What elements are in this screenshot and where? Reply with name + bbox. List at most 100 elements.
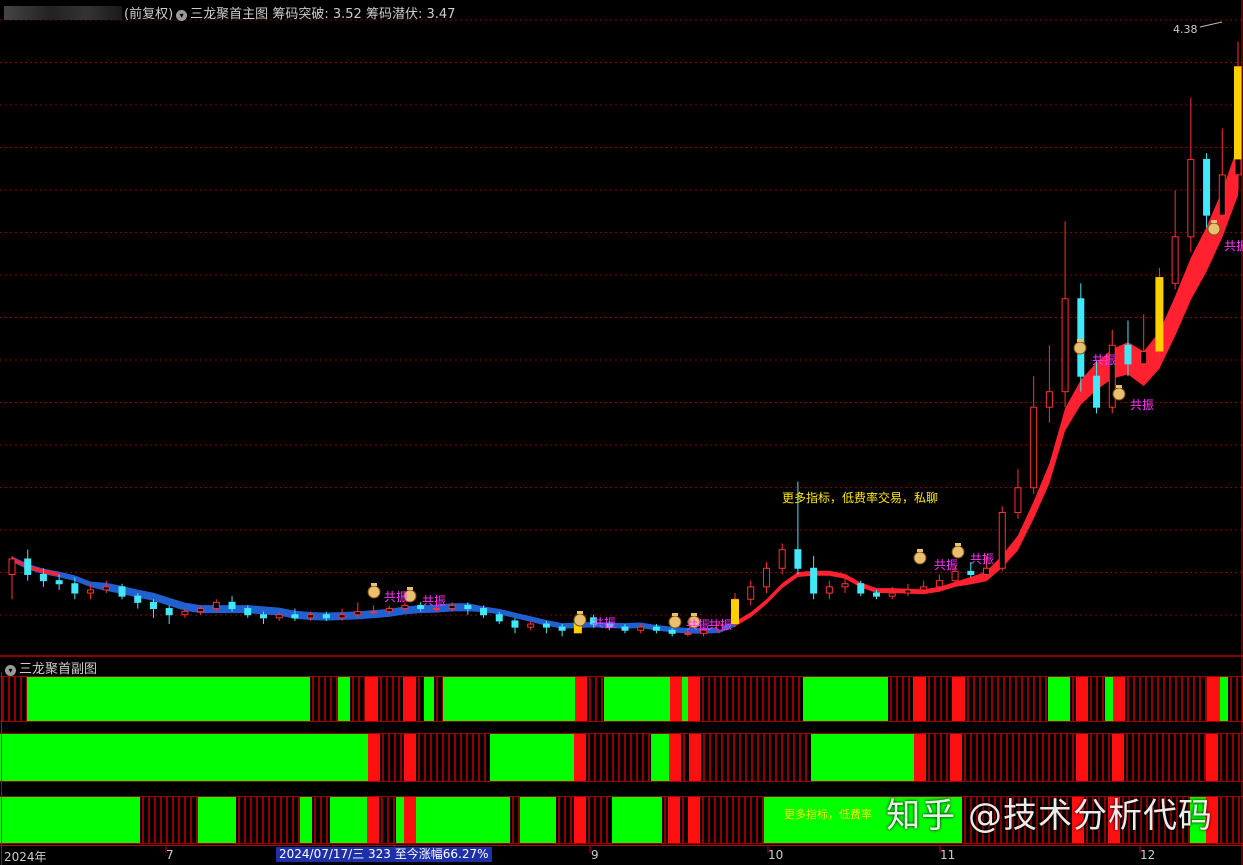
sub-cell-red (404, 797, 416, 843)
watermark: 知乎 @技术分析代码 (886, 796, 1213, 836)
candle-body (542, 623, 550, 628)
candle-body (259, 614, 267, 619)
money-bag-tie (955, 543, 961, 546)
candle-body (652, 626, 660, 631)
candle-body (87, 589, 95, 594)
money-bag-tie (672, 613, 678, 616)
candle-body (464, 604, 472, 610)
candle-body (448, 604, 456, 610)
money-bag-tie (371, 583, 377, 586)
sub-cell-red (575, 677, 587, 721)
candle-body (684, 632, 692, 635)
sub-cell-red (365, 677, 378, 721)
candle-body (1140, 350, 1148, 365)
sub-cell-green (811, 734, 914, 781)
sub-cell-green (803, 677, 888, 721)
sub-cell-green (0, 797, 140, 843)
chip-break-value: 3.52 (332, 7, 362, 22)
candle-body (904, 589, 912, 594)
candle-body (307, 614, 315, 619)
money-bag-tie (917, 549, 923, 552)
breakout-bar (731, 599, 740, 625)
candle-body (370, 611, 378, 614)
chart-canvas[interactable] (0, 0, 1243, 865)
candle-body (1218, 174, 1226, 216)
sub-cell-green (651, 734, 669, 781)
sub-cell-red (914, 734, 926, 781)
money-bag-icon (913, 549, 927, 565)
chip-break-label: 筹码突破: (272, 7, 329, 22)
candle-body (1045, 391, 1053, 408)
candle-body (354, 611, 362, 616)
candle-body (181, 611, 189, 616)
money-bag-body (1073, 341, 1087, 355)
sub-cell-red (1207, 677, 1220, 721)
candle-body (810, 567, 818, 594)
sub-cell-green (443, 677, 575, 721)
high-price-annotation: 4.38 (1173, 23, 1198, 36)
main-indicator-name[interactable]: 三龙聚首主图 (190, 7, 268, 22)
candle-body (197, 608, 205, 613)
candle-body (118, 586, 126, 597)
money-bag-tie (1116, 385, 1122, 388)
resonance-label: 共振 (1130, 398, 1155, 412)
candle-body (778, 549, 786, 569)
resonance-label: 共振 (592, 616, 617, 630)
candle-body (920, 586, 928, 591)
candle-body (1030, 406, 1038, 489)
promo-text-sub: 更多指标，低费率 (784, 808, 872, 821)
money-bag-body (367, 585, 381, 599)
sub-cell-green (27, 677, 310, 721)
sub-cell-green (490, 734, 574, 781)
sub-cell-red (1113, 677, 1125, 721)
candle-body (291, 614, 299, 619)
promo-text: 更多指标，低费率交易，私聊 (782, 491, 939, 505)
sub-cell-green (682, 677, 688, 721)
candle-body (794, 549, 802, 569)
candle-body (8, 558, 16, 575)
sub-indicator-settings-icon[interactable]: ▾ (5, 665, 16, 676)
sub-cell-green (424, 677, 434, 721)
candle-body (825, 586, 833, 594)
candle-body (967, 570, 975, 575)
x-axis-label: 10 (768, 848, 784, 862)
x-axis-label: 7 (166, 848, 174, 862)
candle-body (275, 614, 283, 619)
money-bag-body (668, 615, 682, 629)
candle-body (385, 608, 393, 613)
resonance-label: 共振 (384, 590, 409, 604)
money-bag-body (1112, 387, 1126, 401)
sub-cell-red (670, 677, 682, 721)
candle-body (857, 583, 865, 594)
indicator-settings-icon[interactable]: ▾ (176, 10, 188, 21)
x-axis-label: 2024年 (4, 850, 47, 864)
sub-cell-green (416, 797, 510, 843)
sub-cell-green (520, 797, 556, 843)
sub-cell-red (367, 797, 379, 843)
candle-body (322, 614, 330, 619)
candle-body (935, 580, 943, 588)
sub-cell-red (1112, 734, 1124, 781)
candle-body (212, 601, 220, 610)
sub-cell-green (1220, 677, 1228, 721)
sub-cell-red (950, 734, 962, 781)
candle-body (762, 567, 770, 588)
sub-cell-red (668, 797, 680, 843)
resonance-label: 共振 (686, 618, 711, 632)
candle-body (39, 573, 47, 582)
sub-cell-green (612, 797, 662, 843)
candle-body (244, 608, 252, 616)
money-bag-icon (367, 583, 381, 599)
candle-body (1093, 375, 1101, 408)
candle-body (1077, 298, 1085, 377)
sub-indicator-name[interactable]: 三龙聚首副图 (19, 662, 97, 677)
candle-body (55, 580, 63, 585)
sub-cell-red (913, 677, 926, 721)
candle-body (1187, 158, 1195, 238)
candle-body (527, 623, 535, 628)
sub-cell-green (1105, 677, 1113, 721)
candle-body (1014, 487, 1022, 514)
candle-body (480, 608, 488, 616)
candle-body (747, 586, 755, 600)
sub-cell-red (574, 797, 586, 843)
